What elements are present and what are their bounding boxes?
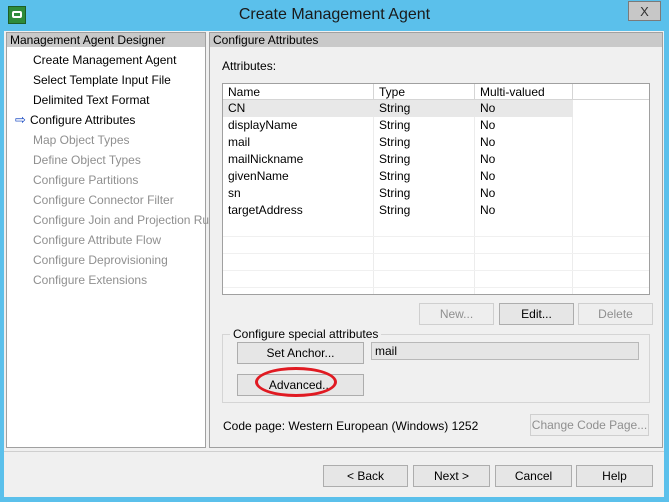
table-row[interactable]: mail String No [223,134,573,151]
cell-type: String [379,186,411,200]
cell-multi-valued: No [480,186,496,200]
grid-line [223,270,649,271]
wizard-footer: < Back Next > Cancel Help [4,452,664,497]
special-attributes-group-title: Configure special attributes [230,327,382,341]
step-configure-partitions: Configure Partitions [33,173,139,187]
step-create-management-agent[interactable]: Create Management Agent [33,53,176,67]
step-select-template-input-file[interactable]: Select Template Input File [33,73,171,87]
step-define-object-types: Define Object Types [33,153,141,167]
cell-type: String [379,169,411,183]
step-configure-attribute-flow: Configure Attribute Flow [33,233,162,247]
help-button[interactable]: Help [576,465,653,487]
column-header-name[interactable]: Name [223,84,374,100]
cell-name: givenName [228,169,289,183]
cell-name: displayName [228,118,298,132]
change-code-page-button[interactable]: Change Code Page... [530,414,649,436]
table-row[interactable]: givenName String No [223,168,573,185]
cell-multi-valued: No [480,101,496,115]
cell-name: mail [228,135,251,149]
table-row[interactable]: displayName String No [223,117,573,134]
cell-multi-valued: No [480,135,496,149]
cell-type: String [379,101,411,115]
close-button[interactable]: X [628,1,661,21]
cell-type: String [379,152,411,166]
code-page-label: Code page: Western European (Windows) 12… [223,419,479,433]
attributes-list[interactable]: Name Type Multi-valued CN String No disp… [222,83,650,295]
cell-type: String [379,203,411,217]
anchor-value-field: mail [371,342,639,360]
grid-line [223,287,649,288]
advanced-button[interactable]: Advanced... [237,374,364,396]
table-row[interactable]: mailNickname String No [223,151,573,168]
attributes-label: Attributes: [222,59,277,73]
column-header-filler [573,84,649,100]
current-step-arrow-icon: ⇨ [15,112,26,127]
step-configure-extensions: Configure Extensions [33,273,148,287]
step-map-object-types: Map Object Types [33,133,130,147]
table-row[interactable]: targetAddress String No [223,202,573,219]
cell-multi-valued: No [480,152,496,166]
cancel-button[interactable]: Cancel [495,465,572,487]
cell-multi-valued: No [480,118,496,132]
client-area: Management Agent Designer Create Managem… [4,31,664,497]
new-attribute-button[interactable]: New... [419,303,494,325]
table-row[interactable]: CN String No [223,100,573,117]
cell-name: CN [228,101,246,115]
title-bar[interactable]: Create Management Agent X [0,0,669,32]
step-delimited-text-format[interactable]: Delimited Text Format [33,93,149,107]
step-configure-join-projection-rules: Configure Join and Projection Rules [33,213,225,227]
step-configure-attributes[interactable]: Configure Attributes [30,113,135,127]
cell-name: targetAddress [228,203,303,217]
cell-type: String [379,118,411,132]
next-button[interactable]: Next > [413,465,490,487]
column-header-multi-valued[interactable]: Multi-valued [475,84,573,100]
set-anchor-button[interactable]: Set Anchor... [237,342,364,364]
column-header-type[interactable]: Type [374,84,475,100]
table-row[interactable]: sn String No [223,185,573,202]
grid-line [223,236,649,237]
cell-name: mailNickname [228,152,304,166]
designer-steps-header: Management Agent Designer [7,33,205,47]
delete-attribute-button[interactable]: Delete [578,303,653,325]
window-title: Create Management Agent [238,6,431,23]
edit-attribute-button[interactable]: Edit... [499,303,574,325]
create-management-agent-window: Create Management Agent X Management Age… [0,0,669,502]
designer-steps-pane: Management Agent Designer Create Managem… [6,32,224,448]
cell-multi-valued: No [480,169,496,183]
configure-attributes-header: Configure Attributes [210,33,662,47]
step-configure-deprovisioning: Configure Deprovisioning [33,253,168,267]
grid-line [223,253,649,254]
cell-type: String [379,135,411,149]
cell-name: sn [228,186,241,200]
step-configure-connector-filter: Configure Connector Filter [33,193,174,207]
back-button[interactable]: < Back [323,465,408,487]
cell-multi-valued: No [480,203,496,217]
